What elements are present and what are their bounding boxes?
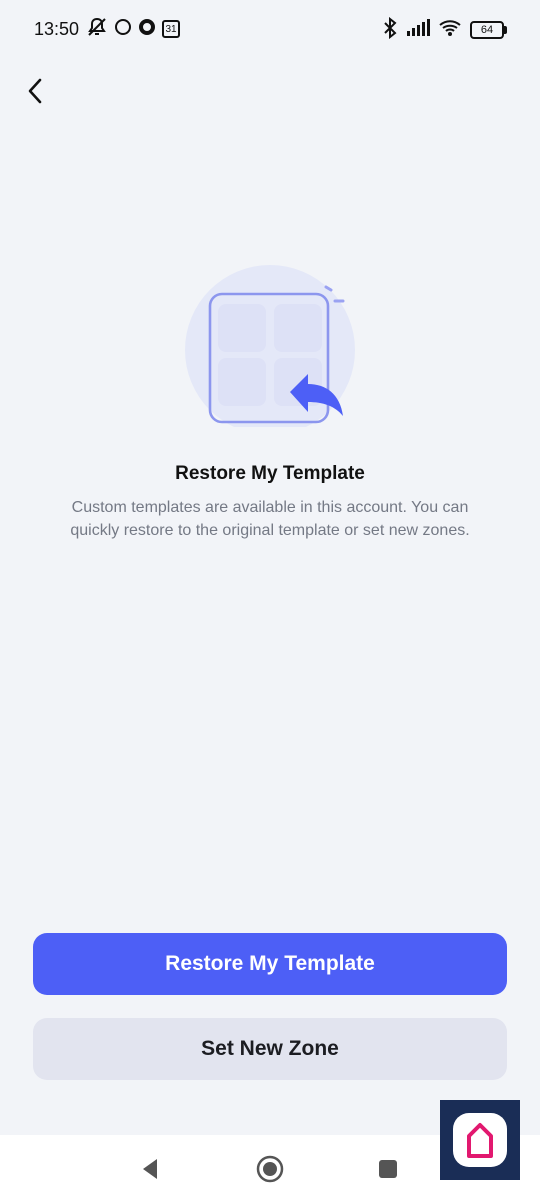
restore-template-illustration	[180, 262, 364, 435]
wifi-icon	[438, 19, 462, 42]
ring-status-icon	[138, 18, 156, 41]
circle-status-icon	[114, 18, 132, 41]
muted-notification-icon	[86, 16, 108, 43]
status-left-icons: 31	[86, 16, 180, 43]
battery-icon: 64	[470, 21, 507, 39]
square-recents-icon	[379, 1160, 397, 1178]
floating-app-shortcut[interactable]	[440, 1100, 520, 1180]
chevron-left-icon	[28, 78, 42, 104]
restore-my-template-button[interactable]: Restore My Template	[33, 933, 507, 995]
status-time: 13:50	[34, 19, 80, 39]
set-new-zone-button[interactable]: Set New Zone	[33, 1018, 507, 1080]
status-right-icons: 64	[382, 16, 507, 44]
nav-back-button[interactable]	[137, 1155, 165, 1183]
page-title: Restore My Template	[175, 463, 365, 484]
nav-home-button[interactable]	[256, 1155, 284, 1183]
calendar-day: 31	[165, 23, 177, 35]
status-bar: 13:50 31 64	[0, 0, 540, 60]
home-app-icon	[453, 1113, 507, 1167]
template-description: Custom templates are available in this a…	[70, 499, 470, 539]
battery-level: 64	[480, 24, 494, 36]
triangle-back-icon	[143, 1159, 157, 1179]
signal-icon	[406, 18, 430, 42]
bluetooth-icon	[382, 16, 398, 44]
back-button[interactable]	[20, 74, 50, 108]
nav-recents-button[interactable]	[374, 1155, 402, 1183]
calendar-icon: 31	[162, 20, 180, 38]
circle-home-icon	[256, 1155, 284, 1183]
